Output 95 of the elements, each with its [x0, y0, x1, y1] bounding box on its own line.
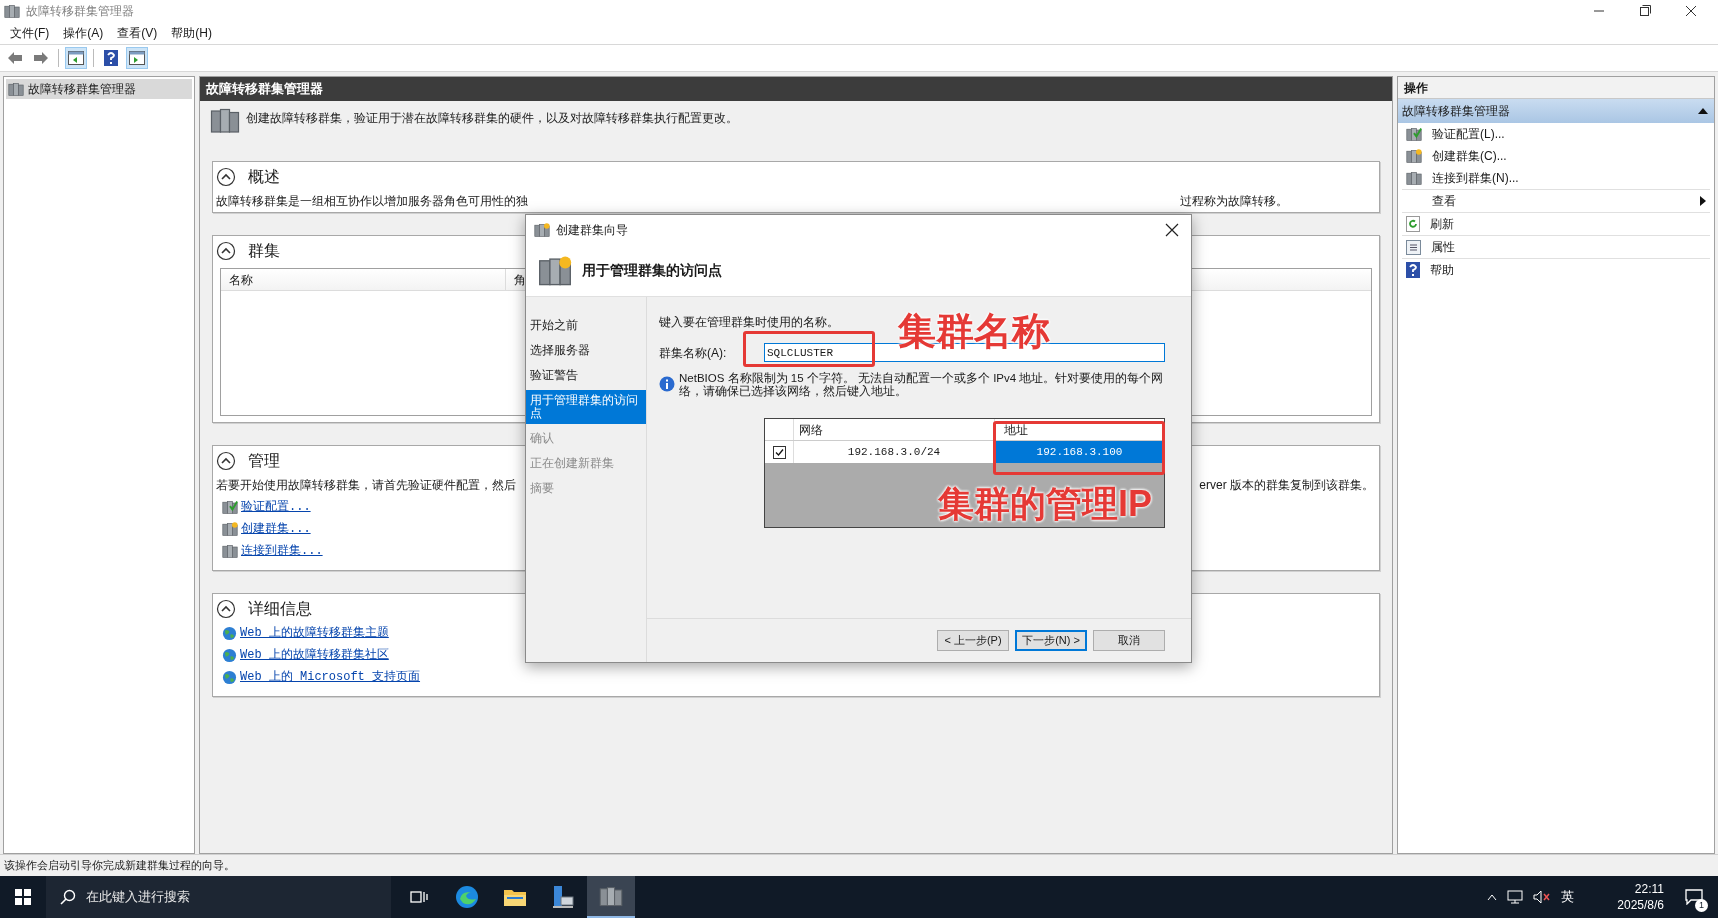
info-text: NetBIOS 名称限制为 15 个字符。 无法自动配置一个或多个 IPv4 地址。针对要使用的每个网络，请确保已选择该网络，然后键入地址。: [679, 372, 1165, 398]
help-link[interactable]: Web 上的故障转移群集主题: [240, 624, 389, 642]
globe-link-icon: [222, 669, 237, 685]
network-icon[interactable]: [1507, 890, 1523, 904]
dialog-button[interactable]: < 上一步(P): [937, 630, 1009, 651]
collapse-arrow-icon[interactable]: [1698, 108, 1708, 114]
dialog-heading: 用于管理群集的访问点: [582, 261, 722, 280]
menu-item[interactable]: 操作(A): [57, 24, 110, 42]
column-header[interactable]: 名称: [221, 269, 506, 290]
search-field[interactable]: 在此键入进行搜索: [46, 876, 391, 918]
console-tree-icon: [68, 51, 84, 65]
dialog-button[interactable]: 取消: [1093, 630, 1165, 651]
toolbar-button[interactable]: [65, 47, 87, 69]
refresh-icon: [1406, 216, 1420, 232]
server-cluster-icon: [222, 521, 238, 537]
server-cluster-icon: [599, 884, 623, 908]
action-item[interactable]: 刷新: [1402, 213, 1710, 235]
collapse-toggle-icon[interactable]: [216, 451, 236, 471]
server-cluster-icon: [1406, 126, 1422, 142]
clock-time[interactable]: 22:11: [1634, 881, 1664, 897]
forward-arrow-icon: [33, 51, 49, 65]
input-method-indicator[interactable]: 英: [1561, 887, 1574, 907]
column-header[interactable]: 地址: [1004, 421, 1028, 438]
action-item[interactable]: 验证配置(L)...: [1402, 123, 1710, 145]
section-title: 详细信息: [248, 599, 312, 619]
section-description: erver 版本的群集复制到该群集。: [1199, 477, 1375, 494]
actions-group-header[interactable]: 故障转移群集管理器: [1398, 99, 1714, 123]
column-header[interactable]: 网络: [799, 421, 823, 438]
annotation-label: 集群的管理IP: [938, 482, 1152, 526]
collapse-toggle-icon[interactable]: [216, 167, 236, 187]
action-item[interactable]: 帮助: [1402, 259, 1710, 281]
server-cluster-icon: [8, 81, 24, 97]
clock-date[interactable]: 2025/8/6: [1617, 897, 1664, 913]
info-icon: [659, 376, 675, 392]
server-cluster-icon: [1406, 170, 1422, 186]
tree-item[interactable]: 故障转移群集管理器: [6, 79, 192, 99]
section-description: 若要开始使用故障转移群集，请首先验证硬件配置，然后: [216, 477, 516, 494]
submenu-arrow-icon: [1700, 196, 1706, 206]
collapse-toggle-icon[interactable]: [216, 241, 236, 261]
server-manager-icon: [551, 885, 575, 909]
server-cluster-icon: [1406, 148, 1422, 164]
muted-speaker-icon[interactable]: [1533, 890, 1551, 904]
back-arrow-icon: [7, 51, 23, 65]
actions-header: 操作: [1398, 77, 1714, 99]
dialog-title: 创建群集向导: [556, 222, 628, 239]
status-text: 该操作会启动引导你完成新建群集过程的向导。: [4, 858, 235, 874]
help-icon: [104, 50, 118, 66]
globe-link-icon: [222, 647, 237, 663]
globe-link-icon: [222, 625, 237, 641]
menu-item[interactable]: 帮助(H): [165, 24, 218, 42]
action-item[interactable]: 查看: [1402, 190, 1710, 212]
dialog-button[interactable]: 下一步(N) >: [1015, 630, 1087, 651]
browser-icon: [455, 885, 479, 909]
properties-icon: [1406, 239, 1421, 255]
intro-text: 创建故障转移群集，验证用于潜在故障转移群集的硬件，以及对故障转移群集执行配置更改。: [246, 110, 738, 127]
section-title: 概述: [248, 167, 280, 187]
action-pane-icon: [129, 51, 145, 65]
task-view-icon: [410, 889, 428, 905]
section-description: 过程称为故障转移。: [1180, 193, 1289, 210]
prompt-text: 键入要在管理群集时使用的名称。: [659, 314, 840, 331]
menu-item[interactable]: 查看(V): [111, 24, 164, 42]
chevron-up-icon[interactable]: [1487, 893, 1497, 901]
toolbar-button[interactable]: [126, 47, 148, 69]
network-checkbox[interactable]: [772, 445, 786, 459]
section-description: 故障转移群集是一组相互协作以增加服务器角色可用性的独: [216, 193, 528, 210]
wizard-step[interactable]: 开始之前: [526, 315, 646, 336]
wizard-icon: [534, 222, 550, 238]
action-item[interactable]: 属性: [1402, 236, 1710, 258]
app-icon: [4, 3, 20, 19]
help-link[interactable]: Web 上的故障转移群集社区: [240, 646, 389, 664]
section-title: 群集: [248, 241, 280, 261]
search-icon: [60, 889, 76, 905]
field-label: 群集名称(A):: [659, 344, 728, 362]
close-icon[interactable]: [1165, 223, 1179, 237]
wizard-step[interactable]: 验证警告: [526, 365, 646, 386]
action-item[interactable]: 创建群集(C)...: [1402, 145, 1710, 167]
wizard-step[interactable]: 选择服务器: [526, 340, 646, 361]
folder-icon: [503, 887, 527, 907]
notification-badge: 1: [1695, 899, 1708, 912]
window-title: 故障转移群集管理器: [26, 3, 134, 20]
help-link[interactable]: 验证配置...: [241, 498, 311, 516]
help-link[interactable]: 创建群集...: [241, 520, 311, 538]
pane-header: 故障转移群集管理器: [200, 77, 1392, 101]
server-cluster-icon: [222, 543, 238, 559]
action-item[interactable]: 连接到群集(N)...: [1402, 167, 1710, 189]
section-title: 管理: [248, 451, 280, 471]
server-cluster-icon: [222, 499, 238, 515]
menu-item[interactable]: 文件(F): [4, 24, 56, 42]
table-cell: 192.168.3.0/24: [794, 441, 995, 463]
collapse-toggle-icon[interactable]: [216, 599, 236, 619]
help-link[interactable]: Web 上的 Microsoft 支持页面: [240, 668, 421, 686]
help-link[interactable]: 连接到群集...: [241, 542, 323, 560]
wizard-step[interactable]: 用于管理群集的访问点: [526, 390, 646, 424]
address-cell[interactable]: 192.168.3.100: [995, 441, 1164, 463]
help-icon: [1406, 262, 1420, 278]
